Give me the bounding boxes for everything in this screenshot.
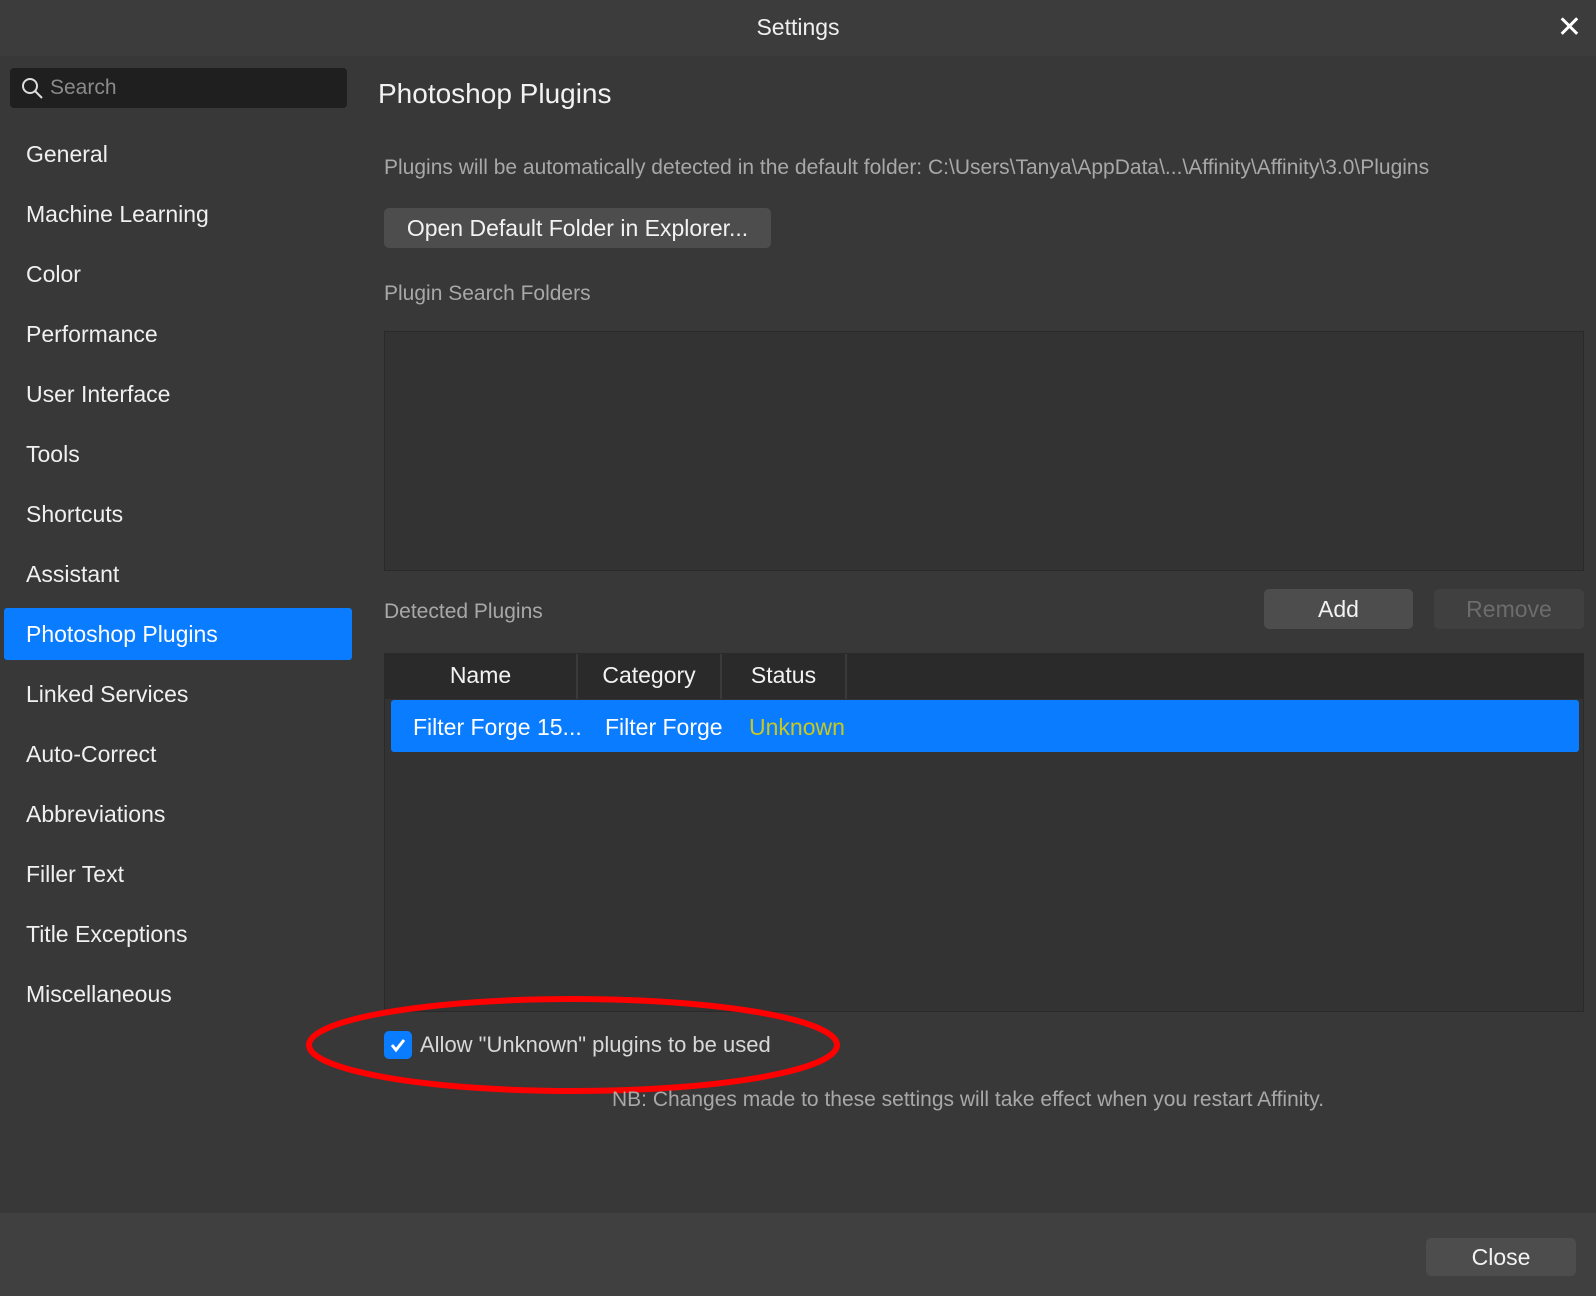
open-default-folder-button[interactable]: Open Default Folder in Explorer... bbox=[384, 208, 771, 248]
plugin-search-folders-label: Plugin Search Folders bbox=[384, 282, 591, 306]
column-header-category[interactable]: Category bbox=[578, 654, 722, 699]
plugin-search-folders-list[interactable] bbox=[384, 331, 1584, 571]
remove-button[interactable]: Remove bbox=[1434, 589, 1584, 629]
close-icon[interactable]: ✕ bbox=[1557, 10, 1582, 45]
plugin-name: Filter Forge 15... bbox=[413, 700, 582, 754]
sidebar-item-filler-text[interactable]: Filler Text bbox=[4, 848, 352, 900]
table-header: Name Category Status bbox=[385, 654, 1583, 699]
close-button[interactable]: Close bbox=[1426, 1238, 1576, 1276]
page-title: Photoshop Plugins bbox=[378, 78, 612, 110]
sidebar-item-performance[interactable]: Performance bbox=[4, 308, 352, 360]
sidebar-item-auto-correct[interactable]: Auto-Correct bbox=[4, 728, 352, 780]
plugins-table: Name Category Status Filter Forge 15... … bbox=[384, 653, 1584, 1012]
sidebar-item-tools[interactable]: Tools bbox=[4, 428, 352, 480]
sidebar-item-general[interactable]: General bbox=[4, 128, 352, 180]
column-header-status[interactable]: Status bbox=[722, 654, 847, 699]
title-bar: Settings ✕ bbox=[0, 0, 1596, 56]
plugin-category: Filter Forge bbox=[605, 700, 723, 754]
annotation-ellipse bbox=[300, 990, 850, 1100]
search-field[interactable] bbox=[10, 68, 347, 108]
sidebar-item-linked-services[interactable]: Linked Services bbox=[4, 668, 352, 720]
column-header-name[interactable]: Name bbox=[385, 654, 578, 699]
sidebar-item-photoshop-plugins[interactable]: Photoshop Plugins bbox=[4, 608, 352, 660]
sidebar-item-assistant[interactable]: Assistant bbox=[4, 548, 352, 600]
sidebar-item-machine-learning[interactable]: Machine Learning bbox=[4, 188, 352, 240]
plugin-status: Unknown bbox=[749, 700, 845, 754]
footer: Close bbox=[0, 1213, 1596, 1296]
default-folder-text: Plugins will be automatically detected i… bbox=[384, 156, 1429, 180]
sidebar-item-abbreviations[interactable]: Abbreviations bbox=[4, 788, 352, 840]
search-icon bbox=[20, 76, 44, 100]
sidebar-item-user-interface[interactable]: User Interface bbox=[4, 368, 352, 420]
search-input[interactable] bbox=[50, 68, 340, 108]
sidebar-item-shortcuts[interactable]: Shortcuts bbox=[4, 488, 352, 540]
window-title: Settings bbox=[0, 14, 1596, 41]
restart-note: NB: Changes made to these settings will … bbox=[612, 1088, 1324, 1112]
add-button[interactable]: Add bbox=[1264, 589, 1413, 629]
detected-plugins-label: Detected Plugins bbox=[384, 600, 543, 624]
sidebar-item-color[interactable]: Color bbox=[4, 248, 352, 300]
table-row[interactable]: Filter Forge 15... Filter Forge Unknown bbox=[391, 700, 1579, 752]
sidebar-item-title-exceptions[interactable]: Title Exceptions bbox=[4, 908, 352, 960]
